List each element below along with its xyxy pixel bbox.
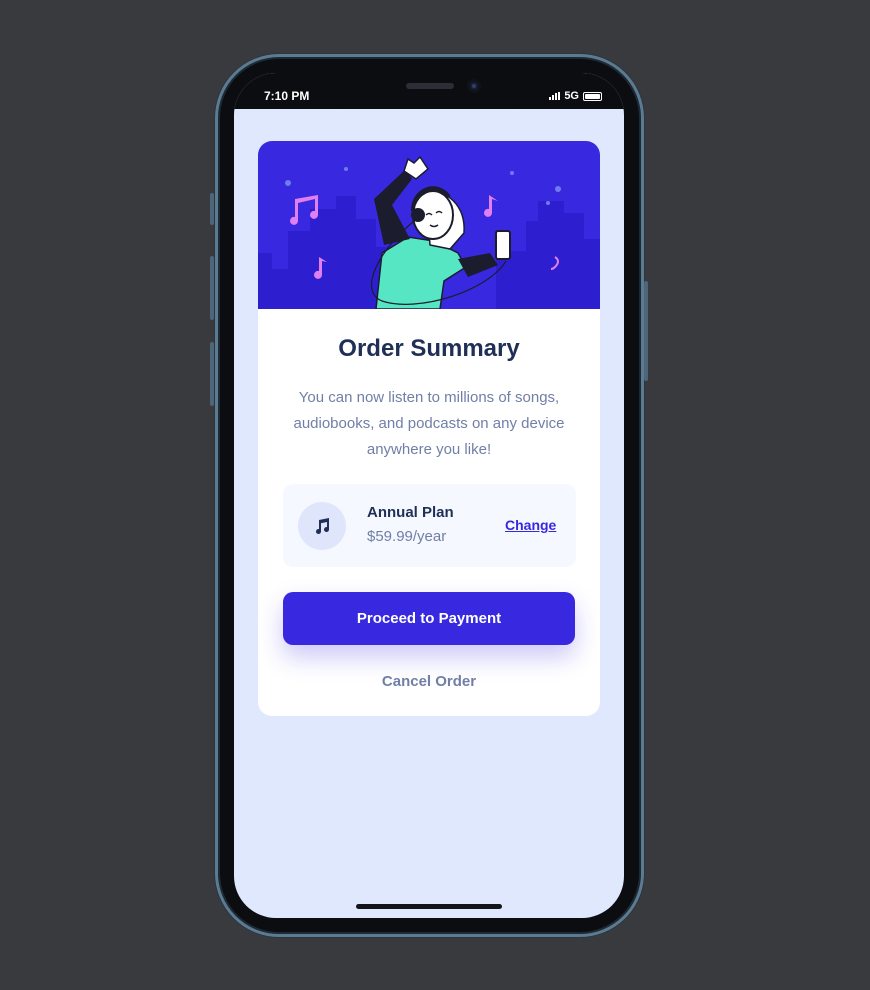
phone-silent-switch (210, 193, 214, 225)
status-indicators: 5G (549, 90, 602, 102)
network-label: 5G (564, 90, 579, 102)
order-description: You can now listen to millions of songs,… (293, 389, 565, 458)
signal-icon (549, 92, 561, 100)
music-note-icon (298, 502, 346, 550)
status-time: 7:10 PM (264, 89, 310, 103)
battery-icon (583, 91, 602, 101)
phone-volume-down-button (210, 342, 214, 406)
hero-illustration (258, 141, 600, 309)
page-title: Order Summary (338, 335, 520, 362)
camera-icon (467, 79, 481, 93)
phone-power-button (644, 281, 648, 381)
plan-name: Annual Plan (367, 504, 454, 521)
cancel-order-button[interactable]: Cancel Order (283, 671, 575, 691)
phone-screen: 7:10 PM 5G Order Summary You can now lis… (234, 73, 624, 918)
speaker-grille (406, 83, 454, 89)
notch (324, 73, 534, 105)
order-summary-card: Order Summary You can now listen to mill… (258, 141, 600, 716)
change-plan-link[interactable]: Change (505, 517, 556, 533)
plan-box: Annual Plan $59.99/year Change (283, 484, 576, 567)
proceed-to-payment-button[interactable]: Proceed to Payment (283, 592, 575, 645)
phone-volume-up-button (210, 256, 214, 320)
plan-price: $59.99/year (367, 528, 447, 545)
status-bar: 7:10 PM 5G (234, 73, 624, 109)
home-indicator (356, 904, 502, 909)
